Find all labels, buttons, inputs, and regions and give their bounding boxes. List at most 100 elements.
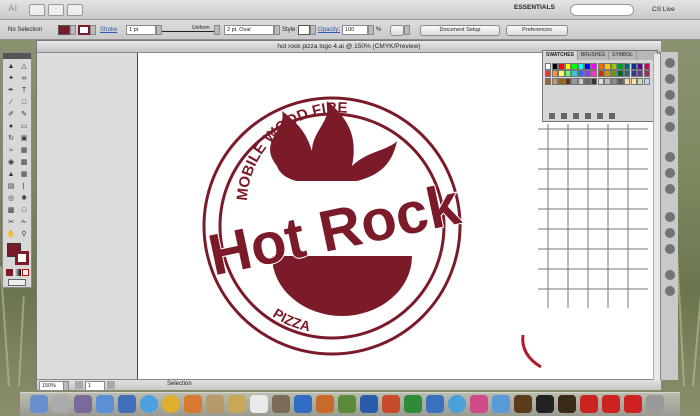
opacity-link[interactable]: Opacity: <box>318 27 340 33</box>
mesh-tool-icon[interactable]: ▦ <box>18 169 30 180</box>
illustrator-dock-icon[interactable] <box>514 395 532 413</box>
swatch-chip[interactable] <box>577 77 585 85</box>
swatch-chip[interactable] <box>591 70 598 78</box>
direct-selection-tool-icon[interactable]: △ <box>18 61 30 72</box>
preferences-button[interactable]: Preferences <box>506 24 568 36</box>
firefox-icon[interactable] <box>184 395 202 413</box>
swatch-chip[interactable] <box>564 77 572 85</box>
swatch-chip[interactable] <box>584 70 591 78</box>
swatch-chip[interactable] <box>623 63 631 70</box>
app-store-icon[interactable] <box>96 395 114 413</box>
swatch-chip[interactable] <box>564 63 572 70</box>
color-mode-button[interactable] <box>6 269 13 276</box>
none-mode-button[interactable] <box>22 269 29 276</box>
contacts-icon[interactable] <box>206 395 224 413</box>
swatch-chip[interactable] <box>564 70 572 78</box>
swatch-chip[interactable] <box>643 63 651 70</box>
brush-dropdown[interactable] <box>274 25 280 35</box>
eraser-tool-icon[interactable]: ▭ <box>18 121 30 132</box>
photo-icon[interactable] <box>272 395 290 413</box>
delete-swatch-icon[interactable] <box>609 113 615 119</box>
swatch-chip[interactable] <box>637 70 644 78</box>
bridge-dock-icon[interactable] <box>558 395 576 413</box>
swatch-chip[interactable] <box>591 77 598 85</box>
align-icon[interactable] <box>665 286 675 296</box>
type-tool-icon[interactable]: T <box>18 85 30 96</box>
stroke-dropdown[interactable] <box>90 25 96 35</box>
artboards-icon[interactable] <box>665 270 675 280</box>
new-swatch-icon[interactable] <box>597 113 603 119</box>
calendar-icon[interactable] <box>250 395 268 413</box>
style-swatch[interactable] <box>298 25 310 35</box>
hot-rock-pizza-logo[interactable]: MOBILE WOOD FIRE Hot Rock PIZZA <box>187 81 487 371</box>
swatch-chip[interactable] <box>617 70 624 78</box>
swatch-chip[interactable] <box>571 63 578 70</box>
dashboard-icon[interactable] <box>52 395 70 413</box>
powerpoint-icon[interactable] <box>382 395 400 413</box>
pencil-tool-icon[interactable]: ✎ <box>18 109 30 120</box>
appearance-icon[interactable] <box>665 212 675 222</box>
swatch-chip[interactable] <box>545 77 552 85</box>
skype-icon[interactable] <box>448 395 466 413</box>
screen-mode-icon[interactable] <box>8 279 26 286</box>
line-tool-icon[interactable]: ∕ <box>5 97 17 108</box>
swatch-chip[interactable] <box>604 70 611 78</box>
swatch-chip[interactable] <box>630 70 637 78</box>
swatch-chip[interactable] <box>630 63 637 70</box>
swatch-chip[interactable] <box>545 70 552 78</box>
recolor-artwork-button[interactable] <box>390 24 404 36</box>
tab-swatches[interactable]: SWATCHES <box>543 51 578 60</box>
screen-mode-button[interactable] <box>67 3 83 16</box>
swatch-chip[interactable] <box>584 77 591 85</box>
swatch-chip[interactable] <box>623 77 631 85</box>
itunes-music-icon[interactable] <box>470 395 488 413</box>
slice-tool-icon[interactable]: ✂ <box>5 217 17 228</box>
swatch-chip[interactable] <box>558 63 565 70</box>
opacity-field[interactable]: 100 <box>342 25 368 35</box>
live-paint-tool-icon[interactable]: ▩ <box>18 157 30 168</box>
stroke-swatch[interactable] <box>78 25 90 35</box>
show-kinds-icon[interactable] <box>561 113 567 119</box>
warp-tool-icon[interactable]: ≈ <box>5 145 17 156</box>
symbol-sprayer-tool-icon[interactable]: ✺ <box>18 193 30 204</box>
zoom-dropdown[interactable] <box>63 381 69 391</box>
eyedropper-tool-icon[interactable]: ⌊ <box>18 181 30 192</box>
bridge-button[interactable] <box>29 3 45 16</box>
swatch-chip[interactable] <box>597 63 605 70</box>
excel-icon[interactable] <box>404 395 422 413</box>
stroke-weight-field[interactable]: 1 pt <box>126 25 156 35</box>
swatch-chip[interactable] <box>610 77 618 85</box>
facetime-icon[interactable] <box>338 395 356 413</box>
tools-panel-header[interactable] <box>3 53 31 59</box>
swatch-chip[interactable] <box>558 77 565 85</box>
rotate-tool-icon[interactable]: ↻ <box>5 133 17 144</box>
safari-icon[interactable] <box>140 395 158 413</box>
hand-tool-icon[interactable]: ✋ <box>5 229 17 240</box>
messages-icon[interactable] <box>492 395 510 413</box>
swatch-chip[interactable] <box>610 70 618 78</box>
tab-brushes[interactable]: BRUSHES <box>578 51 610 60</box>
document-setup-button[interactable]: Document Setup <box>420 24 500 36</box>
stroke-icon[interactable] <box>665 152 675 162</box>
swatch-chip[interactable] <box>630 77 637 85</box>
magic-wand-tool-icon[interactable]: ✦ <box>5 73 17 84</box>
zoom-tool-icon[interactable]: ⚲ <box>18 229 30 240</box>
swatch-chip[interactable] <box>571 70 578 78</box>
scale-tool-icon[interactable]: ▣ <box>18 133 30 144</box>
swatch-chip[interactable] <box>591 63 598 70</box>
swatch-chip[interactable] <box>604 77 611 85</box>
word-icon[interactable] <box>360 395 378 413</box>
transparency-icon[interactable] <box>665 184 675 194</box>
pdf-document-icon[interactable] <box>602 395 620 413</box>
artboard-tool-icon[interactable]: □ <box>18 205 30 216</box>
search-input[interactable] <box>570 4 634 16</box>
style-dropdown[interactable] <box>310 25 316 35</box>
stroke-color-box[interactable] <box>15 251 29 265</box>
swatch-chip[interactable] <box>604 63 611 70</box>
free-transform-tool-icon[interactable]: ▦ <box>18 145 30 156</box>
rectangle-tool-icon[interactable]: □ <box>18 97 30 108</box>
swatch-chip[interactable] <box>597 70 605 78</box>
lasso-tool-icon[interactable]: ∞ <box>18 73 30 84</box>
library-menu-icon[interactable] <box>549 113 555 119</box>
swatches-icon[interactable] <box>665 90 675 100</box>
